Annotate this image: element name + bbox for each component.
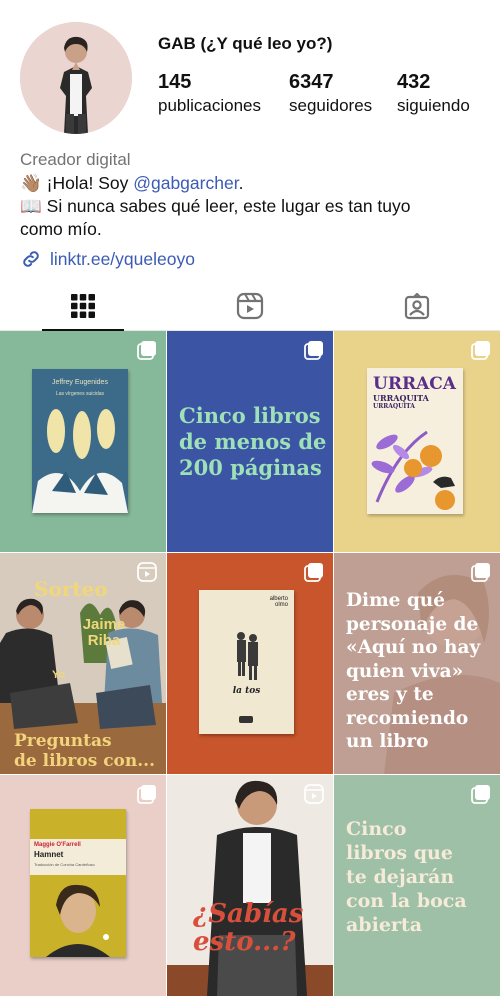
- post-caption-line: 200 páginas: [179, 455, 322, 480]
- carousel-icon: [137, 785, 156, 804]
- post-tile-6[interactable]: Dime qué personaje de «Aquí no hay quien…: [334, 553, 500, 774]
- profile-link[interactable]: linktr.ee/yqueleoyo: [20, 248, 195, 270]
- profile-header: GAB (¿Y qué leo yo?) 145 publicaciones 6…: [0, 0, 500, 331]
- profile-tabs: [0, 282, 500, 331]
- carousel-icon: [471, 563, 490, 582]
- book-title: Hamnet: [34, 850, 64, 859]
- post-caption-line: ¿Sabías: [193, 899, 304, 929]
- book-illustration: [371, 430, 455, 510]
- bio-line-1: 👋🏽 ¡Hola! Soy @gabgarcher.: [20, 172, 480, 195]
- post-tile-4[interactable]: Sorteo Jaime Riba Yo Preguntas de libros…: [0, 553, 166, 774]
- post-photo: [167, 775, 333, 996]
- post-overlay-name: Jaime Riba: [82, 616, 126, 649]
- post-tile-5[interactable]: alberto olmo la tos: [167, 553, 333, 774]
- post-caption-line: esto...?: [193, 927, 296, 957]
- post-caption-line: libros que: [346, 842, 453, 864]
- stat-followers-label: seguidores: [289, 96, 373, 115]
- post-overlay-label: Yo: [52, 669, 66, 681]
- post-caption-line: con la boca: [346, 890, 467, 912]
- post-caption-line: «Aquí no hay: [346, 637, 481, 658]
- post-caption: ¿Sabías esto...?: [193, 900, 333, 956]
- post-caption-line: Preguntas: [14, 731, 112, 751]
- post-caption: Cinco libros que te dejarán con la boca …: [346, 817, 467, 937]
- stat-following[interactable]: 432 siguiendo: [397, 70, 470, 118]
- post-caption-line: de menos de: [179, 429, 327, 454]
- reels-icon: [137, 562, 157, 582]
- tab-reels[interactable]: [167, 282, 333, 330]
- bio-line-3: como mío.: [20, 219, 102, 239]
- reels-icon: [304, 784, 324, 804]
- post-overlay-title: Sorteo: [34, 577, 108, 601]
- book-title: la tos: [232, 686, 261, 696]
- post-caption: Dime qué personaje de «Aquí no hay quien…: [346, 589, 480, 754]
- post-caption-line: un libro: [346, 731, 429, 752]
- carousel-icon: [471, 341, 490, 360]
- tab-tagged[interactable]: [334, 282, 500, 330]
- post-tile-1[interactable]: Jeffrey Eugenides Las vírgenes suicidas: [0, 331, 166, 552]
- post-caption-line: Dime qué: [346, 590, 446, 611]
- post-tile-7[interactable]: Maggie O'Farrell Hamnet Traducción de Co…: [0, 775, 166, 996]
- stat-posts[interactable]: 145 publicaciones: [158, 70, 261, 118]
- stat-posts-label: publicaciones: [158, 96, 262, 115]
- publisher-logo: [239, 716, 253, 723]
- book-author: Maggie O'Farrell: [34, 842, 81, 848]
- bio-mention-link[interactable]: @gabgarcher: [133, 173, 238, 193]
- profile-category: Creador digital: [20, 150, 131, 169]
- book-author: Jeffrey Eugenides: [52, 379, 108, 386]
- post-tile-9[interactable]: Cinco libros que te dejarán con la boca …: [334, 775, 500, 996]
- post-caption-line: de libros con...: [14, 751, 156, 771]
- stat-following-label: siguiendo: [397, 96, 470, 115]
- book-translator: Traducción de Concha Cardeñoso: [34, 862, 95, 867]
- post-tile-8[interactable]: ¿Sabías esto...?: [167, 775, 333, 996]
- grid-icon: [71, 294, 95, 318]
- book-label-band: Maggie O'Farrell Hamnet Traducción de Co…: [30, 839, 126, 875]
- book-cover: Jeffrey Eugenides Las vírgenes suicidas: [32, 369, 128, 513]
- profile-link-text: linktr.ee/yqueleoyo: [50, 248, 195, 269]
- stat-posts-count: 145: [158, 71, 192, 93]
- book-subtitle-2: URRAQUITA: [373, 403, 415, 410]
- reels-icon: [236, 292, 264, 320]
- profile-username: GAB (¿Y qué leo yo?): [158, 34, 333, 53]
- post-caption-line: Cinco: [346, 818, 407, 840]
- stat-followers[interactable]: 6347 seguidores: [289, 70, 372, 118]
- post-caption-line: Cinco libros: [179, 403, 321, 428]
- book-cover: Maggie O'Farrell Hamnet Traducción de Co…: [30, 809, 126, 957]
- post-tile-3[interactable]: URRACA URRAQUITA URRAQUITA: [334, 331, 500, 552]
- carousel-icon: [304, 341, 323, 360]
- tab-grid[interactable]: [0, 282, 166, 331]
- post-caption-line: eres y te: [346, 684, 434, 705]
- book-cover: URRACA URRAQUITA URRAQUITA: [367, 368, 463, 514]
- book-illustration: [46, 884, 110, 957]
- avatar[interactable]: [20, 22, 132, 134]
- book-cover: alberto olmo la tos: [199, 590, 294, 734]
- post-caption-line: recomiendo: [346, 707, 469, 729]
- stat-following-count: 432: [397, 71, 431, 93]
- book-subtitle: URRAQUITA: [373, 393, 429, 403]
- post-caption-line: personaje de: [346, 613, 479, 635]
- post-caption: Preguntas de libros con...: [14, 731, 155, 771]
- bio-line-2: 📖 Si nunca sabes qué leer, este lugar es…: [20, 196, 411, 216]
- book-illustration: [32, 409, 128, 513]
- carousel-icon: [137, 341, 156, 360]
- profile-bio: 👋🏽 ¡Hola! Soy @gabgarcher. 📖 Si nunca sa…: [20, 172, 480, 241]
- post-caption-line: quien viva»: [346, 660, 464, 682]
- book-title: URRACA: [373, 374, 456, 394]
- post-caption-line: te dejarán: [346, 866, 455, 888]
- book-author: alberto olmo: [269, 596, 288, 608]
- tagged-icon: [404, 292, 430, 320]
- book-illustration: [237, 632, 258, 680]
- bio-period: .: [238, 173, 244, 193]
- post-tile-2[interactable]: Cinco libros de menos de 200 páginas: [167, 331, 333, 552]
- stat-followers-count: 6347: [289, 71, 334, 93]
- link-icon: [23, 251, 39, 267]
- post-caption: Cinco libros de menos de 200 páginas: [179, 403, 326, 481]
- posts-grid: Jeffrey Eugenides Las vírgenes suicidas …: [0, 331, 500, 998]
- carousel-icon: [471, 785, 490, 804]
- post-caption-line: abierta: [346, 914, 422, 936]
- bio-greeting: 👋🏽 ¡Hola! Soy: [20, 173, 134, 193]
- book-title: Las vírgenes suicidas: [55, 391, 105, 397]
- carousel-icon: [304, 563, 323, 582]
